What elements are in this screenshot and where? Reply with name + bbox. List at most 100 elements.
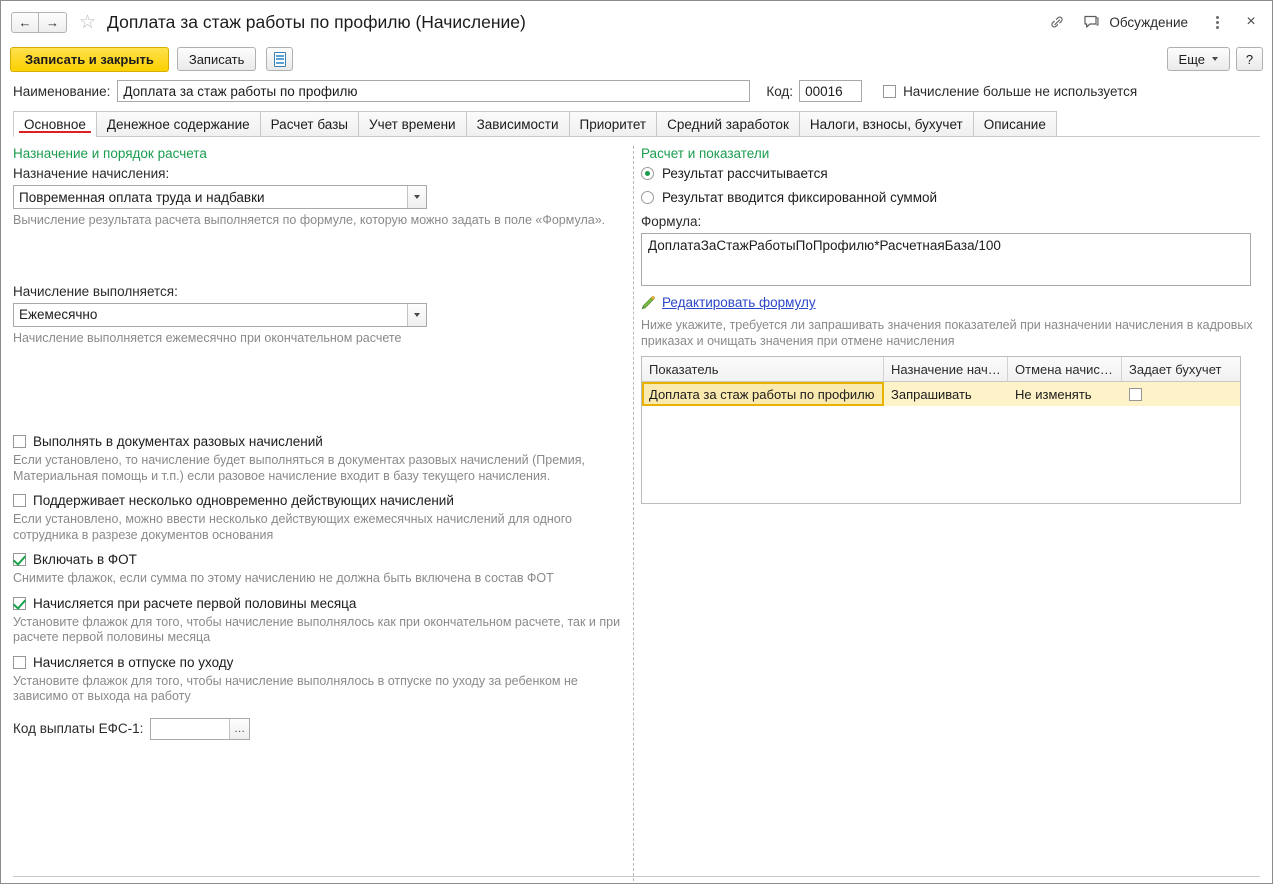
command-bar-right: Еще ? — [1166, 47, 1263, 71]
purpose-hint: Вычисление результата расчета выполняетс… — [13, 213, 606, 227]
checkbox-row-onetime[interactable]: Выполнять в документах разовых начислени… — [13, 434, 623, 449]
header-form: Наименование: Доплата за стаж работы по … — [1, 75, 1272, 107]
checkbox-row-multiple[interactable]: Поддерживает несколько одновременно дейс… — [13, 493, 623, 508]
checkbox-label-childcare: Начисляется в отпуске по уходу — [33, 654, 234, 670]
close-icon[interactable]: × — [1238, 9, 1264, 35]
more-menu-button[interactable]: Еще — [1166, 47, 1230, 71]
code-input[interactable]: 00016 — [799, 80, 863, 102]
save-button[interactable]: Записать — [176, 47, 257, 71]
checkbox-onetime[interactable] — [13, 435, 26, 448]
efs-label: Код выплаты ЕФС-1: — [13, 721, 144, 736]
chevron-down-icon — [1212, 57, 1218, 61]
radio-row-calculated[interactable]: Результат рассчитывается — [641, 166, 1260, 181]
radio-calculated[interactable] — [641, 167, 654, 180]
discussion-icon[interactable] — [1078, 9, 1104, 35]
back-icon: ← — [18, 14, 32, 30]
performed-label: Начисление выполняется: — [13, 283, 178, 299]
formula-input[interactable]: ДоплатаЗаСтажРаботыПоПрофилю*РасчетнаяБа… — [641, 233, 1251, 286]
hint-childcare: Установите флажок для того, чтобы начисл… — [13, 673, 578, 704]
forward-icon: → — [46, 14, 59, 30]
help-button[interactable]: ? — [1236, 47, 1263, 71]
efs-input[interactable]: ... — [150, 717, 251, 740]
right-section-title: Расчет и показатели — [641, 146, 770, 161]
document-window: ← → ☆ Доплата за стаж работы по профилю … — [0, 0, 1273, 884]
checkbox-fot[interactable] — [13, 553, 26, 566]
left-panel: Назначение и порядок расчета Назначение … — [13, 146, 633, 881]
pencil-icon — [641, 295, 655, 310]
help-label: ? — [1245, 51, 1254, 67]
purpose-value: Повременная оплата труда и надбавки — [19, 189, 265, 205]
checkbox-label-fot: Включать в ФОТ — [33, 552, 137, 567]
radio-row-fixed[interactable]: Результат вводится фиксированной суммой — [641, 190, 1260, 205]
tab-sredniy-zarabotok[interactable]: Средний заработок — [656, 111, 799, 137]
tab-prioritet[interactable]: Приоритет — [568, 111, 657, 137]
save-and-close-button[interactable]: Записать и закрыть — [10, 46, 169, 72]
col-header-cancel[interactable]: Отмена начис… — [1008, 357, 1122, 382]
option-block-childcare: Начисляется в отпуске по уходу Установит… — [13, 655, 623, 705]
edit-formula-link[interactable]: Редактировать формулу — [662, 295, 816, 310]
col-header-indicator[interactable]: Показатель — [642, 357, 884, 382]
favorite-star-icon[interactable]: ☆ — [79, 13, 96, 32]
col-header-accounting[interactable]: Задает бухучет — [1122, 357, 1240, 382]
ellipsis-picker-icon[interactable]: ... — [229, 718, 250, 739]
bottom-divider — [13, 876, 1260, 877]
radio-label-fixed: Результат вводится фиксированной суммой — [662, 190, 938, 205]
checkbox-label-firsthalf: Начисляется при расчете первой половины … — [33, 595, 357, 611]
tab-zavisimosti[interactable]: Зависимости — [465, 111, 569, 137]
col-header-assignment[interactable]: Назначение нач… — [884, 357, 1008, 382]
chevron-down-icon[interactable] — [407, 303, 426, 326]
title-bar-actions: Обсуждение × — [1044, 9, 1264, 35]
checkbox-row-fot[interactable]: Включать в ФОТ — [13, 552, 623, 567]
table-row[interactable]: Доплата за стаж работы по профилю Запраш… — [642, 382, 1240, 406]
tab-bar: Основное Денежное содержание Расчет базы… — [1, 111, 1272, 137]
option-block-fot: Включать в ФОТ Снимите флажок, если сумм… — [13, 552, 623, 587]
not-used-checkbox-row[interactable]: Начисление больше не используется — [883, 84, 1137, 99]
purpose-combobox[interactable]: Повременная оплата труда и надбавки — [13, 185, 427, 209]
cell-assignment[interactable]: Запрашивать — [884, 382, 1008, 406]
efs-value — [151, 719, 229, 739]
checkbox-firsthalf[interactable] — [13, 596, 26, 610]
checkbox-multiple[interactable] — [13, 494, 26, 507]
journal-icon — [273, 51, 286, 67]
link-icon[interactable] — [1044, 9, 1070, 35]
radio-fixed[interactable] — [641, 191, 654, 204]
more-options-icon[interactable] — [1204, 9, 1230, 35]
tab-denezhnoe-soderzhanie[interactable]: Денежное содержание — [95, 111, 260, 137]
back-button[interactable]: ← — [11, 11, 39, 33]
tab-osnovnoe[interactable]: Основное — [13, 111, 96, 137]
efs-payment-code-row: Код выплаты ЕФС-1: ... — [13, 717, 623, 740]
cell-accounting[interactable] — [1122, 382, 1240, 406]
tab-opisanie[interactable]: Описание — [972, 111, 1057, 137]
performed-combobox[interactable]: Ежемесячно — [13, 302, 427, 327]
checkbox-row-childcare[interactable]: Начисляется в отпуске по уходу — [13, 655, 623, 670]
purpose-label: Назначение начисления: — [13, 166, 170, 181]
discussion-label[interactable]: Обсуждение — [1109, 15, 1188, 30]
cell-indicator[interactable]: Доплата за стаж работы по профилю — [642, 382, 884, 406]
hint-fot: Снимите флажок, если сумма по этому начи… — [13, 571, 554, 585]
not-used-checkbox[interactable] — [883, 84, 897, 98]
not-used-label: Начисление больше не используется — [903, 83, 1138, 99]
grid-hint: Ниже укажите, требуется ли запрашивать з… — [641, 318, 1253, 348]
navigation-buttons: ← → — [11, 11, 67, 33]
performed-value: Ежемесячно — [19, 307, 98, 322]
name-input[interactable]: Доплата за стаж работы по профилю — [117, 80, 751, 102]
cell-cancel[interactable]: Не изменять — [1008, 382, 1122, 406]
checkbox-sets-accounting[interactable] — [1129, 387, 1142, 401]
performed-hint: Начисление выполняется ежемесячно при ок… — [13, 330, 402, 345]
formula-label: Формула: — [641, 214, 702, 229]
checkbox-label-onetime: Выполнять в документах разовых начислени… — [33, 434, 323, 449]
checkbox-childcare[interactable] — [13, 655, 26, 669]
more-menu-label: Еще — [1178, 51, 1205, 67]
hint-multiple: Если установлено, можно ввести несколько… — [13, 512, 572, 542]
chevron-down-icon[interactable] — [407, 186, 426, 208]
options-checkbox-group: Выполнять в документах разовых начислени… — [13, 434, 623, 705]
tab-raschet-bazy[interactable]: Расчет базы — [259, 111, 358, 137]
tab-content: Назначение и порядок расчета Назначение … — [1, 137, 1272, 881]
checkbox-row-firsthalf[interactable]: Начисляется при расчете первой половины … — [13, 596, 623, 611]
forward-button[interactable]: → — [39, 11, 67, 33]
journal-button[interactable] — [266, 47, 294, 71]
tab-nalogi-vznosy-buhuchet[interactable]: Налоги, взносы, бухучет — [798, 111, 973, 137]
indicators-table: Показатель Назначение нач… Отмена начис…… — [641, 356, 1241, 504]
tab-uchet-vremeni[interactable]: Учет времени — [358, 111, 466, 137]
right-panel: Расчет и показатели Результат рассчитыва… — [641, 146, 1260, 881]
